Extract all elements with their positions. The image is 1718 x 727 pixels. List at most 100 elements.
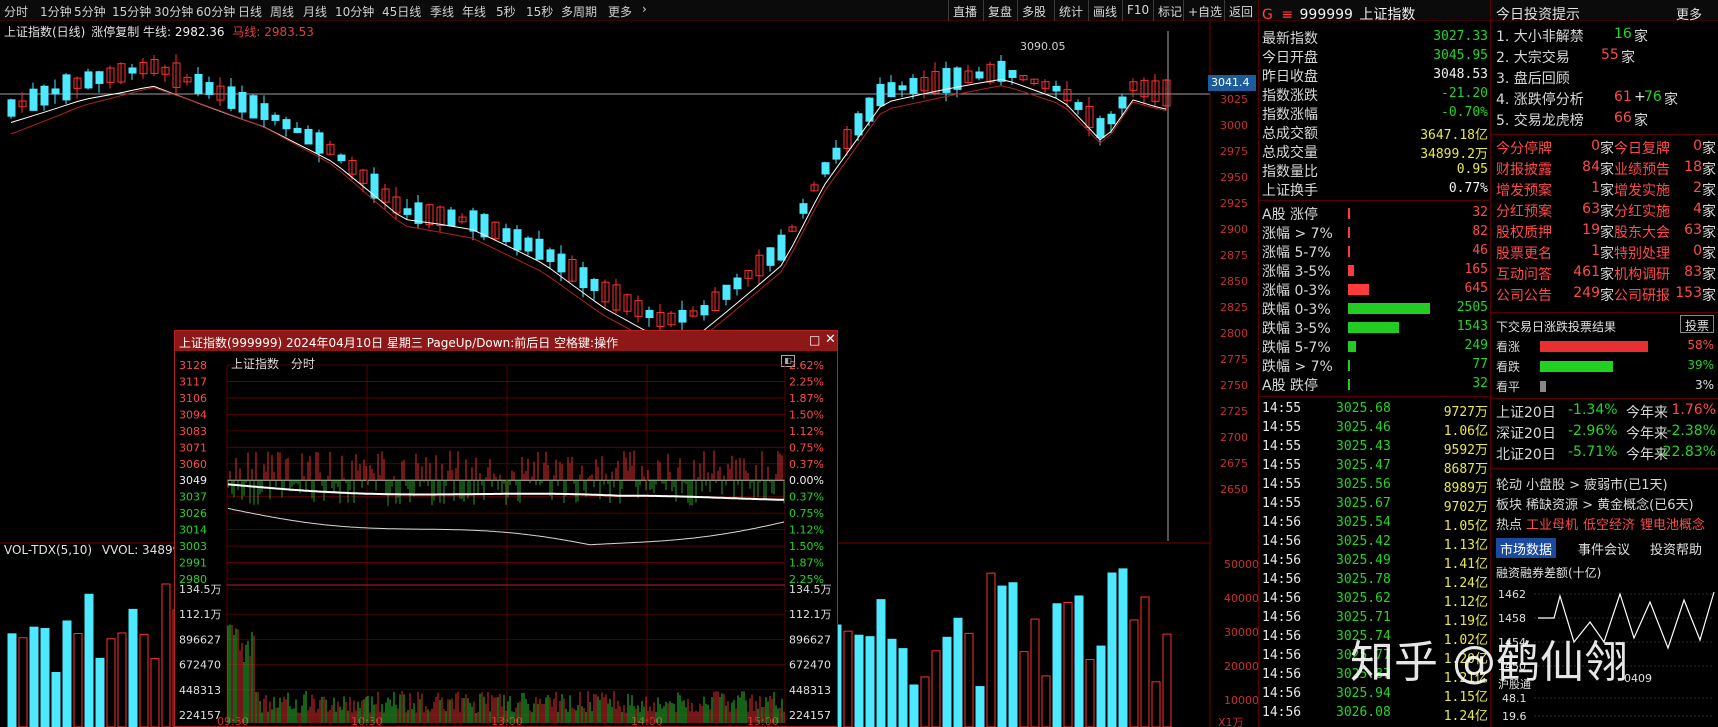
- tick-row[interactable]: 14:55 3025.68 9727万: [1262, 400, 1488, 420]
- tip-item[interactable]: 2. 大宗交易 55 家: [1496, 47, 1716, 66]
- hot-topic-0[interactable]: 工业母机: [1526, 514, 1578, 533]
- tick-row[interactable]: 14:55 3025.46 1.06亿: [1262, 419, 1488, 439]
- period-tab-8[interactable]: 月线: [303, 3, 327, 20]
- period-tab-16[interactable]: 更多: [608, 3, 632, 20]
- event-label-b[interactable]: 分红实施: [1614, 201, 1670, 221]
- toolbar-button-5[interactable]: F10: [1122, 0, 1153, 21]
- event-label-b[interactable]: 今日复牌: [1614, 138, 1670, 158]
- side-tab-2[interactable]: 投资帮助: [1646, 538, 1706, 558]
- rotation-text[interactable]: 小盘股 > 疲弱市(已1天): [1526, 474, 1668, 493]
- side-tab-1[interactable]: 事件会议: [1574, 538, 1634, 558]
- toolbar-button-8[interactable]: 返回: [1224, 0, 1257, 21]
- toolbar-button-1[interactable]: 复盘: [983, 0, 1016, 21]
- event-label-a[interactable]: 今分停牌: [1496, 138, 1552, 158]
- toolbar-button-3[interactable]: 统计: [1054, 0, 1087, 21]
- margin-tick2-0: 48.1: [1502, 692, 1527, 705]
- grid-separator: [1491, 312, 1718, 313]
- event-label-b[interactable]: 增发实施: [1614, 180, 1670, 200]
- menu-icon[interactable]: ≡: [1281, 7, 1293, 23]
- tick-row[interactable]: 14:56 3025.78 1.24亿: [1262, 571, 1488, 591]
- close-icon[interactable]: ✕: [825, 332, 837, 347]
- popup-vol-tick-r-4: 448313: [789, 684, 831, 697]
- period-tab-11[interactable]: 季线: [430, 3, 454, 20]
- event-label-a[interactable]: 股权质押: [1496, 222, 1552, 242]
- hot-topic-1[interactable]: 低空经济: [1583, 514, 1635, 533]
- period-tab-7[interactable]: 周线: [270, 3, 294, 20]
- hot-topic-2[interactable]: 锂电池概念: [1640, 514, 1705, 533]
- tick-row[interactable]: 14:55 3025.67 9702万: [1262, 495, 1488, 515]
- perf-value-2: 1.76%: [1671, 402, 1716, 418]
- volume-bar: [953, 617, 963, 727]
- quote-value: 34899.2万: [1420, 147, 1488, 162]
- tip-item[interactable]: 5. 交易龙虎榜 66 家: [1496, 110, 1716, 129]
- period-tab-0[interactable]: 分时: [4, 3, 28, 20]
- candle-body: [1118, 96, 1127, 109]
- event-label-b[interactable]: 股东大会: [1614, 222, 1670, 242]
- tick-row[interactable]: 14:56 3025.62 1.12亿: [1262, 590, 1488, 610]
- toolbar-button-2[interactable]: 多股: [1017, 0, 1050, 21]
- period-tab-3[interactable]: 15分钟: [112, 3, 151, 20]
- toolbar-button-0[interactable]: 直播: [948, 0, 981, 21]
- tick-row[interactable]: 14:55 3025.56 8989万: [1262, 476, 1488, 496]
- intraday-chart[interactable]: 3128 2.62% 3117 2.25% 3106 1.87% 3094 1.50% 3083…: [175, 351, 837, 726]
- event-label-a[interactable]: 互动问答: [1496, 264, 1552, 284]
- period-tab-10[interactable]: 45日线: [382, 3, 421, 20]
- tick-row[interactable]: 14:55 3025.43 9592万: [1262, 438, 1488, 458]
- rotation-text[interactable]: 稀缺资源 > 黄金概念(已6天): [1526, 494, 1694, 513]
- event-row: 分红预案 63 家分红实施 4 家: [1496, 201, 1716, 220]
- vote-label: 看平: [1496, 380, 1521, 394]
- tip-item[interactable]: 1. 大小非解禁 16 家: [1496, 26, 1716, 45]
- period-tab-5[interactable]: 60分钟: [196, 3, 235, 20]
- period-tab-9[interactable]: 10分钟: [335, 3, 374, 20]
- event-label-a[interactable]: 股票更名: [1496, 243, 1552, 263]
- tick-row[interactable]: 14:56 3026.08 1.24亿: [1262, 704, 1488, 724]
- event-label-b[interactable]: 业绩预告: [1614, 159, 1670, 179]
- price-tick-13: 2700: [1220, 431, 1248, 444]
- tip-item[interactable]: 3. 盘后回顾: [1496, 68, 1716, 87]
- event-unit-a: 家: [1600, 225, 1614, 241]
- event-label-a[interactable]: 财报披露: [1496, 159, 1552, 179]
- tick-amount: 1.12亿: [1443, 595, 1488, 610]
- tip-item[interactable]: 4. 涨跌停分析 61 +76 家: [1496, 89, 1716, 108]
- tick-row[interactable]: 14:56 3025.49 1.41亿: [1262, 552, 1488, 572]
- tips-title: 今日投资提示: [1496, 7, 1580, 23]
- period-tab-1[interactable]: 1分钟: [40, 3, 72, 20]
- toolbar-button-4[interactable]: 画线: [1088, 0, 1121, 21]
- event-label-b[interactable]: 机构调研: [1614, 264, 1670, 284]
- volume-bar: [865, 636, 875, 727]
- vote-button[interactable]: 投票: [1680, 315, 1714, 333]
- quote-label: 上证换手: [1262, 183, 1318, 199]
- intraday-popup[interactable]: 上证指数(999999) 2024年04月10日 星期三 PageUp/Down…: [174, 330, 838, 727]
- event-label-a[interactable]: 公司公告: [1496, 285, 1552, 305]
- tick-row[interactable]: 14:56 3025.42 1.13亿: [1262, 533, 1488, 553]
- side-tab-0[interactable]: 市场数据: [1496, 538, 1557, 558]
- period-tab-14[interactable]: 15秒: [526, 3, 553, 20]
- period-tab-6[interactable]: 日线: [238, 3, 262, 20]
- event-label-b[interactable]: 公司研报: [1614, 285, 1670, 305]
- event-label-b[interactable]: 特别处理: [1614, 243, 1670, 263]
- tick-row[interactable]: 14:56 3025.54 1.05亿: [1262, 514, 1488, 534]
- more-link[interactable]: 更多: [1676, 4, 1702, 23]
- candle-body: [469, 210, 478, 232]
- period-tab-12[interactable]: 年线: [462, 3, 486, 20]
- period-tab-13[interactable]: 5秒: [496, 3, 516, 20]
- more-caret-icon[interactable]: ›: [642, 2, 647, 16]
- event-label-a[interactable]: 分红预案: [1496, 201, 1552, 221]
- candle-body: [854, 113, 863, 136]
- tick-row[interactable]: 14:55 3025.47 8687万: [1262, 457, 1488, 477]
- period-tab-4[interactable]: 30分钟: [154, 3, 193, 20]
- toolbar-button-7[interactable]: +自选: [1183, 0, 1226, 21]
- popup-title[interactable]: 上证指数(999999) 2024年04月10日 星期三 PageUp/Down…: [175, 331, 837, 351]
- period-tab-15[interactable]: 多周期: [561, 3, 597, 20]
- perf-value-2: -22.83%: [1657, 444, 1716, 460]
- candle-body: [282, 119, 291, 130]
- candle-body: [579, 267, 588, 289]
- maximize-icon[interactable]: □: [809, 333, 823, 347]
- toolbar-button-6[interactable]: 标记: [1153, 0, 1186, 21]
- event-label-a[interactable]: 增发预案: [1496, 180, 1552, 200]
- popup-pct-tick-1: 2.25%: [789, 375, 824, 388]
- vol-legend: VOL-TDX(5,10) VVOL: 34899: [4, 543, 180, 557]
- tip-unit: 家: [1621, 50, 1635, 66]
- period-tab-2[interactable]: 5分钟: [74, 3, 106, 20]
- panel-divider: [1258, 0, 1259, 727]
